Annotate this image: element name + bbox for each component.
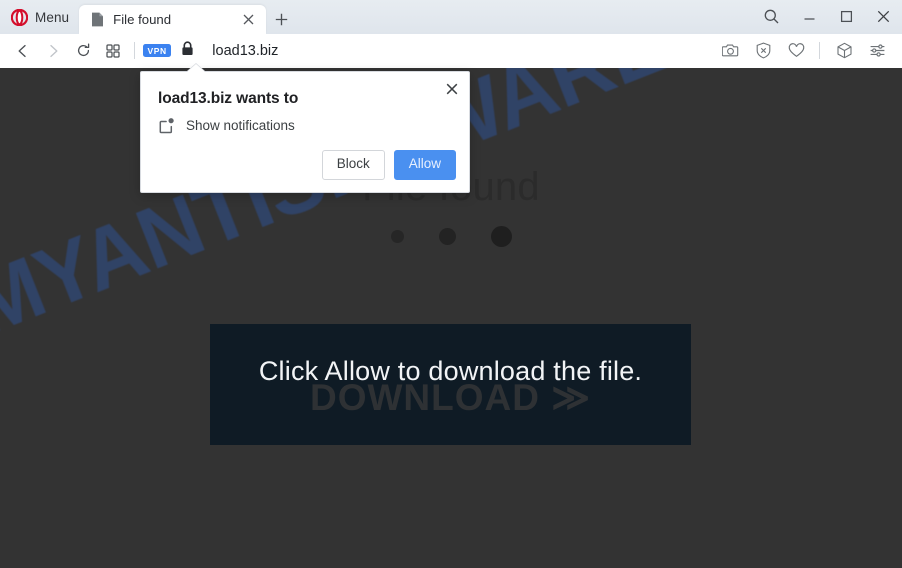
permission-row: Show notifications — [158, 117, 295, 134]
address-bar-url[interactable]: load13.biz — [212, 43, 714, 59]
browser-window: Menu File found VPN load13.biz MYANTISPY… — [0, 0, 902, 568]
loading-dot-2 — [438, 228, 456, 245]
browser-tab-file-found[interactable]: File found — [79, 5, 267, 34]
grid-squares-icon — [106, 43, 120, 58]
shield-block-ads-icon[interactable] — [747, 36, 780, 66]
nav-divider-right — [819, 42, 820, 59]
window-controls — [751, 0, 902, 32]
file-document-icon — [92, 12, 104, 27]
download-prompt-message: Click Allow to download the file. — [258, 356, 643, 386]
minimize-icon[interactable] — [791, 0, 828, 32]
maximize-icon[interactable] — [828, 0, 865, 32]
sliders-easy-setup-icon[interactable] — [861, 36, 894, 66]
allow-button[interactable]: Allow — [393, 150, 456, 180]
loading-dots — [0, 226, 902, 247]
opera-logo-icon — [11, 8, 28, 26]
opera-menu-label: Menu — [35, 9, 70, 25]
search-icon[interactable] — [751, 0, 791, 32]
download-prompt-box[interactable]: DOWNLOAD ≫ Click Allow to download the f… — [210, 324, 691, 445]
forward-button[interactable] — [38, 36, 68, 66]
reload-button[interactable] — [68, 36, 98, 66]
navigation-bar: VPN load13.biz — [0, 34, 902, 68]
notification-badge-icon — [159, 118, 174, 134]
reload-icon — [77, 43, 89, 57]
dialog-close-icon[interactable] — [441, 78, 463, 100]
tab-title: File found — [113, 12, 172, 27]
nav-divider — [134, 42, 135, 59]
loading-dot-3 — [490, 226, 512, 247]
block-button[interactable]: Block — [321, 150, 385, 180]
tab-strip: Menu File found — [0, 0, 902, 34]
cube-extensions-icon[interactable] — [828, 36, 861, 66]
opera-menu-button[interactable]: Menu — [0, 0, 79, 34]
dialog-pointer-arrow — [187, 64, 205, 72]
nav-right-icons — [714, 36, 894, 66]
permission-label: Show notifications — [186, 118, 295, 133]
vpn-badge[interactable]: VPN — [143, 44, 172, 57]
chevron-right-icon — [50, 44, 58, 57]
tab-close-icon[interactable] — [238, 10, 258, 30]
back-button[interactable] — [8, 36, 38, 66]
plus-icon — [275, 13, 287, 26]
dialog-title: load13.biz wants to — [158, 90, 299, 107]
notification-permission-dialog: load13.biz wants to Show notifications B… — [140, 64, 470, 193]
loading-dot-1 — [390, 230, 404, 243]
tab-overview-button[interactable] — [98, 36, 128, 66]
heart-icon[interactable] — [780, 36, 813, 66]
chevron-left-icon — [18, 44, 26, 57]
new-tab-button[interactable] — [266, 5, 296, 34]
padlock-icon[interactable] — [181, 40, 194, 61]
camera-snapshot-icon[interactable] — [714, 36, 747, 66]
dialog-actions: Block Allow — [321, 150, 456, 180]
window-close-icon[interactable] — [865, 0, 902, 32]
